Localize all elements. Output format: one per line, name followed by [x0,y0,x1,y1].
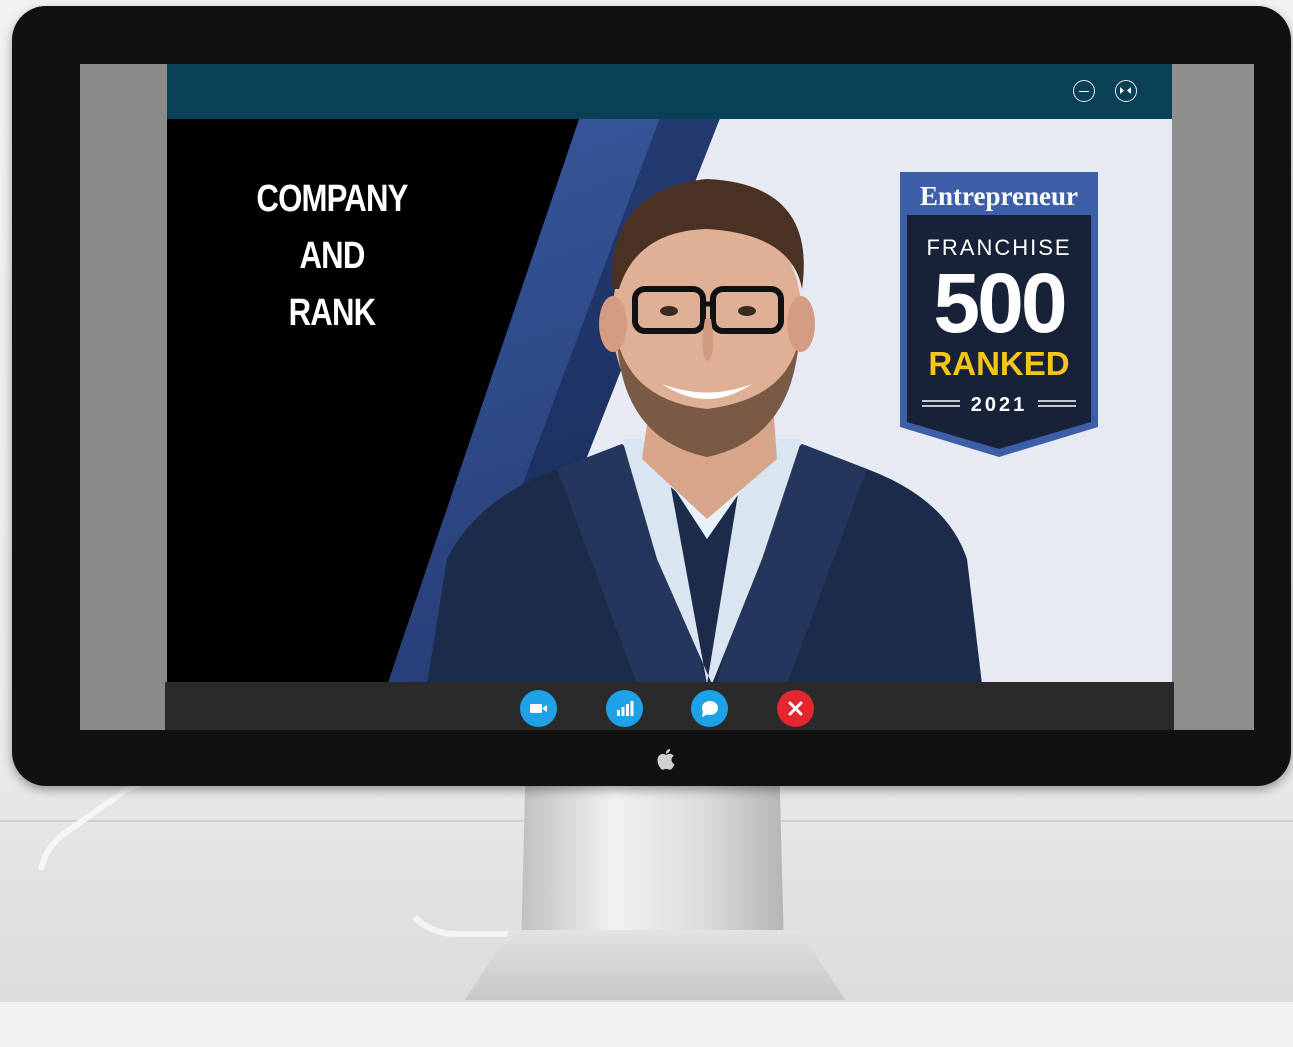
badge-number: 500 [933,256,1064,350]
stats-button[interactable] [606,690,643,727]
close-icon [788,701,803,716]
desktop-left-margin [80,64,168,728]
badge-year: 2021 [971,394,1028,416]
desktop-right-margin [1172,64,1254,728]
heading-line-1: COMPANY [256,178,408,220]
signal-bars-icon [617,701,634,716]
minimize-button[interactable] [1073,80,1095,102]
badge-rank-word: RANKED [928,345,1069,382]
call-controls-bar [165,682,1174,730]
slide-heading: COMPANY AND RANK [246,171,418,342]
heading-line-3: RANK [288,292,377,334]
screen: COMPANY AND RANK Entrepreneur FRANCHISE … [80,64,1254,730]
video-call-window: COMPANY AND RANK Entrepreneur FRANCHISE … [165,64,1174,730]
badge-brand: Entrepreneur [920,181,1078,211]
franchise-500-badge: Entrepreneur FRANCHISE 500 RANKED 2021 [900,172,1098,457]
exit-fullscreen-icon [1120,87,1131,94]
video-toggle-button[interactable] [520,690,557,727]
end-call-button[interactable] [777,690,814,727]
video-feed: COMPANY AND RANK Entrepreneur FRANCHISE … [167,119,1172,682]
video-camera-icon [530,704,547,713]
window-titlebar [167,64,1172,119]
heading-line-2: AND [299,235,365,277]
monitor-stand-base [465,930,845,1000]
chat-button[interactable] [691,690,728,727]
chat-bubble-icon [702,701,718,717]
exit-fullscreen-button[interactable] [1115,80,1137,102]
apple-logo-icon [655,746,677,772]
monitor: COMPANY AND RANK Entrepreneur FRANCHISE … [12,6,1291,786]
